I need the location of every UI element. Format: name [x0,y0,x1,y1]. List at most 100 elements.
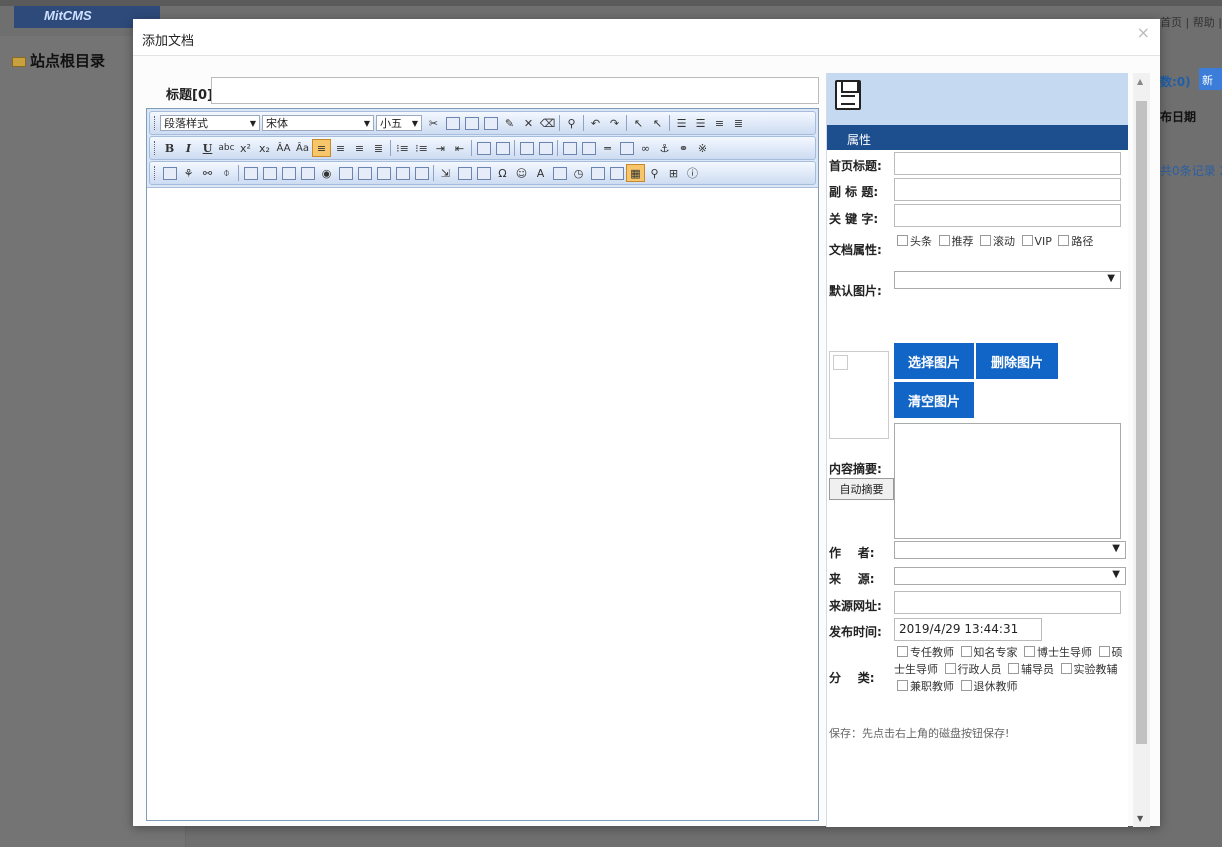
edit-cell-icon[interactable] [279,164,298,182]
subscript-icon[interactable]: x₂ [255,139,274,157]
underline-icon[interactable]: U [198,139,217,157]
scroll-thumb[interactable] [1136,101,1147,744]
category-checkbox[interactable] [897,680,908,691]
panel-scrollbar[interactable]: ▲ ▼ [1133,73,1150,827]
select-image-button[interactable]: 选择图片 [894,343,974,379]
copy-icon[interactable] [443,114,462,132]
textarea-icon[interactable] [474,164,493,182]
stamp-icon[interactable] [336,164,355,182]
horizontal-rule-icon[interactable]: ═ [598,139,617,157]
time-icon[interactable]: ◷ [569,164,588,182]
emoticon-icon[interactable]: ☺ [512,164,531,182]
font-family-select[interactable]: 宋体 ▼ [262,115,374,131]
unordered-list-icon[interactable]: ⁝≡ [412,139,431,157]
page-break-icon[interactable] [560,139,579,157]
outdent-icon[interactable]: ⇤ [450,139,469,157]
ppt-icon[interactable] [393,164,412,182]
default-image-select[interactable]: ▼ [894,271,1121,289]
author-select[interactable]: ▼ [894,541,1126,559]
scroll-down-icon[interactable]: ▼ [1137,814,1143,823]
bold-icon[interactable]: B [160,139,179,157]
delete-icon[interactable]: ✕ [519,114,538,132]
top-links[interactable]: 首页 | 帮助 | 修改 [1160,14,1222,30]
paragraph-style-select[interactable]: 段落样式 ▼ [160,115,260,131]
art-text-icon[interactable]: A [531,164,550,182]
attr-checkbox[interactable] [1058,235,1070,246]
italic-icon[interactable]: I [179,139,198,157]
lowercase-icon[interactable]: Âa [293,139,312,157]
cut-icon[interactable]: ✂ [424,114,443,132]
zoom-icon[interactable]: ⚲ [645,164,664,182]
symbol-icon[interactable]: Ω [493,164,512,182]
ordered-list-icon[interactable]: ⁝≡ [393,139,412,157]
font-size-select[interactable]: 小五 ▼ [376,115,422,131]
keywords-input[interactable] [894,204,1121,227]
attr-checkbox[interactable] [980,235,991,246]
category-checkbox[interactable] [1060,663,1072,674]
editor-content-area[interactable] [147,188,818,816]
excerpt-icon[interactable] [588,164,607,182]
bg-color-icon[interactable] [493,139,512,157]
category-checkbox[interactable] [1024,646,1035,657]
source-url-input[interactable] [894,591,1121,614]
category-checkbox[interactable] [1098,646,1110,657]
category-checkbox[interactable] [897,646,908,657]
title-input[interactable] [211,77,819,104]
tab-properties[interactable]: 属性 [827,125,1128,150]
uppercase-icon[interactable]: ÂA [274,139,293,157]
attr-checkbox[interactable] [938,235,950,246]
media-icon[interactable]: ⚯ [198,164,217,182]
date-icon[interactable] [550,164,569,182]
gallery-icon[interactable] [412,164,431,182]
new-button[interactable]: 新 [1199,68,1222,90]
undo-icon[interactable]: ↶ [586,114,605,132]
unlink-icon[interactable]: ⚭ [674,139,693,157]
indent-icon[interactable]: ⇥ [431,139,450,157]
globe-icon[interactable]: ◉ [317,164,336,182]
word-icon[interactable] [355,164,374,182]
forecolor-icon[interactable] [536,139,555,157]
find-icon[interactable]: ⚲ [562,114,581,132]
auto-summary-button[interactable]: 自动摘要 [829,478,894,500]
print-icon[interactable] [607,164,626,182]
home-title-input[interactable] [894,152,1121,175]
source-select[interactable]: ▼ [894,567,1126,585]
code-icon[interactable] [455,164,474,182]
table-props-icon[interactable] [260,164,279,182]
letter-spacing-icon[interactable]: ≡ [710,114,729,132]
paste-icon[interactable] [462,114,481,132]
link-icon[interactable]: ∞ [636,139,655,157]
scroll-up-icon[interactable]: ▲ [1137,77,1143,86]
paragraph-spacing-icon[interactable]: ☰ [691,114,710,132]
template-icon[interactable] [579,139,598,157]
absolute-position-icon[interactable] [517,139,536,157]
clear-image-button[interactable]: 清空图片 [894,382,974,418]
select-all-icon[interactable]: ↖ [648,114,667,132]
select-icon[interactable]: ↖ [629,114,648,132]
attr-checkbox[interactable] [1021,235,1033,246]
line-height-icon[interactable]: ☰ [672,114,691,132]
category-checkbox[interactable] [1008,663,1019,674]
subtitle-input[interactable] [894,178,1121,201]
image-icon[interactable] [160,164,179,182]
superscript-icon[interactable]: x² [236,139,255,157]
eraser-icon[interactable]: ⌫ [538,114,557,132]
attr-checkbox[interactable] [897,235,908,246]
fullscreen-icon[interactable]: ⊞ [664,164,683,182]
special-icon[interactable]: ※ [693,139,712,157]
align-center-icon[interactable]: ≡ [331,139,350,157]
align-left-icon[interactable]: ≡ [312,139,331,157]
category-checkbox[interactable] [944,663,956,674]
format-painter-icon[interactable]: ✎ [500,114,519,132]
form-icon[interactable] [298,164,317,182]
text-color-icon[interactable] [474,139,493,157]
marquee-icon[interactable] [617,139,636,157]
about-icon[interactable]: ⓘ [683,164,702,182]
align-right-icon[interactable]: ≡ [350,139,369,157]
category-checkbox[interactable] [960,646,972,657]
summary-textarea[interactable] [894,423,1121,539]
strikethrough-icon[interactable]: abc [217,139,236,157]
flash-icon[interactable]: ⚘ [179,164,198,182]
category-checkbox[interactable] [960,680,972,691]
delete-image-button[interactable]: 删除图片 [976,343,1058,379]
